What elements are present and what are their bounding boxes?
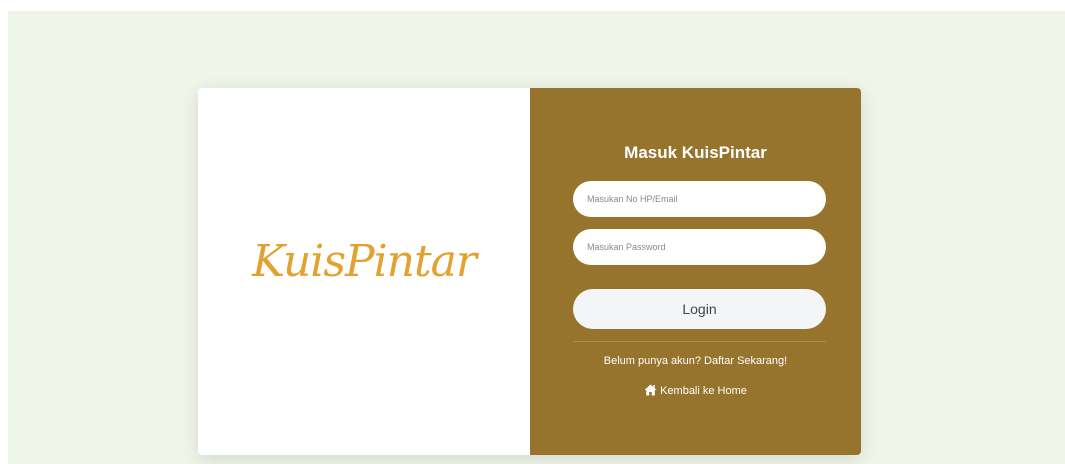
back-to-home-link[interactable]: Kembali ke Home [530, 384, 861, 399]
form-title: Masuk KuisPintar [624, 143, 767, 162]
divider [573, 341, 826, 342]
home-link-label: Kembali ke Home [660, 385, 747, 397]
email-field[interactable] [573, 181, 826, 217]
password-field[interactable] [573, 229, 826, 265]
brand-panel: KuisPintar [198, 88, 530, 455]
register-link[interactable]: Belum punya akun? Daftar Sekarang! [530, 355, 861, 367]
home-icon [644, 384, 657, 399]
login-button[interactable]: Login [573, 289, 826, 329]
kuispintar-logo: KuisPintar [252, 236, 477, 287]
login-card: KuisPintar Masuk KuisPintar Login Belum … [198, 88, 861, 455]
page-background: KuisPintar Masuk KuisPintar Login Belum … [8, 11, 1065, 464]
login-form-panel: Masuk KuisPintar Login Belum punya akun?… [530, 88, 861, 455]
